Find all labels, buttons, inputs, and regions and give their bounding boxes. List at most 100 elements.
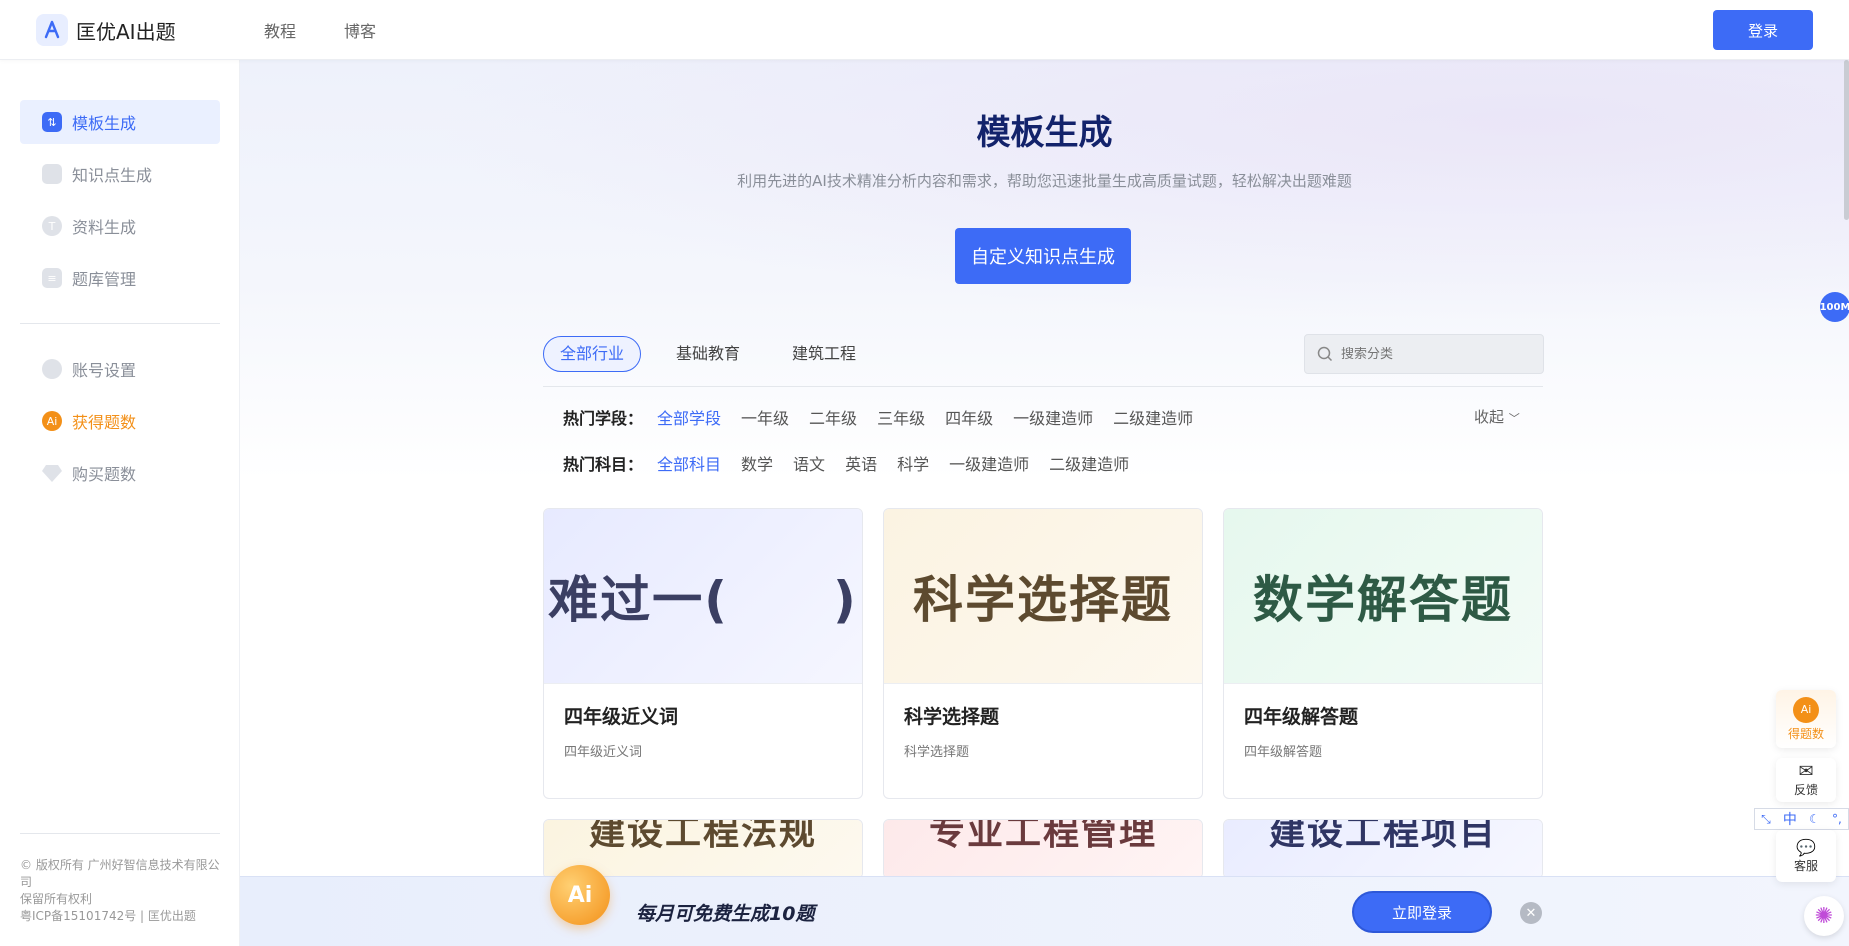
filter-divider xyxy=(543,386,1543,387)
brain-icon[interactable]: ✺ xyxy=(1804,896,1844,936)
card-body: 四年级近义词 四年级近义词 xyxy=(544,683,862,778)
sidebar-item-label: 知识点生成 xyxy=(72,166,153,185)
tab-basic-education[interactable]: 基础教育 xyxy=(659,336,757,372)
card-image-text: 数学解答题 xyxy=(1224,509,1542,683)
card-image-text: 专业工程管理 xyxy=(884,820,1202,878)
subject-option[interactable]: 二级建造师 xyxy=(1049,451,1129,475)
sidebar-item-earn-points[interactable]: Ai 获得题数 xyxy=(20,399,220,443)
stage-option[interactable]: 三年级 xyxy=(877,405,925,429)
search-box[interactable] xyxy=(1304,334,1544,374)
sidebar-item-document[interactable]: T 资料生成 xyxy=(20,204,220,248)
user-icon xyxy=(42,359,62,379)
rights-text: 保留所有权利 xyxy=(20,892,93,906)
moon-icon: ☾ xyxy=(1809,812,1820,826)
card-title: 四年级解答题 xyxy=(1244,706,1359,728)
industry-tabs: 全部行业 基础教育 建筑工程 xyxy=(543,336,873,372)
subject-option[interactable]: 科学 xyxy=(897,451,929,475)
collapse-label: 收起 xyxy=(1474,408,1505,426)
stage-option[interactable]: 一年级 xyxy=(741,405,789,429)
copyright-text: © 版权所有 广州好智信息技术有限公司 xyxy=(20,858,220,889)
stage-option[interactable]: 一级建造师 xyxy=(1013,405,1093,429)
top-header: 匡优AI出题 教程 博客 登录 xyxy=(0,0,1849,60)
diamond-icon xyxy=(42,465,62,482)
template-card[interactable]: 数学解答题 四年级解答题 四年级解答题 xyxy=(1223,508,1543,799)
subject-option[interactable]: 英语 xyxy=(845,451,877,475)
subject-option[interactable]: 一级建造师 xyxy=(949,451,1029,475)
stage-option[interactable]: 二年级 xyxy=(809,405,857,429)
scrollbar[interactable] xyxy=(1844,60,1849,220)
subject-filter-row: 热门科目： 全部科目 数学 语文 英语 科学 一级建造师 二级建造师 xyxy=(563,451,1149,475)
sidebar-item-label: 购买题数 xyxy=(72,465,137,484)
logo-icon xyxy=(36,14,68,46)
sidebar-item-account[interactable]: 账号设置 xyxy=(20,347,220,391)
sidebar-item-template[interactable]: ⇅ 模板生成 xyxy=(20,100,220,144)
sidebar-item-label: 资料生成 xyxy=(72,218,137,237)
stage-filter-label: 热门学段： xyxy=(563,409,644,428)
template-card[interactable]: 难过一( ) 四年级近义词 四年级近义词 xyxy=(543,508,863,799)
promo-text: 每月可免费生成10题 xyxy=(636,903,815,925)
tab-construction[interactable]: 建筑工程 xyxy=(775,336,873,372)
subject-filter-label: 热门科目： xyxy=(563,455,644,474)
ai-coin-icon: Ai xyxy=(1793,696,1819,723)
template-card[interactable]: 科学选择题 科学选择题 科学选择题 xyxy=(883,508,1203,799)
sidebar-item-label: 账号设置 xyxy=(72,361,137,380)
stage-option[interactable]: 二级建造师 xyxy=(1113,405,1193,429)
custom-knowledge-button[interactable]: 自定义知识点生成 xyxy=(955,228,1131,284)
card-body: 科学选择题 科学选择题 xyxy=(884,683,1202,778)
template-card[interactable]: 建设工程项目 xyxy=(1223,819,1543,879)
service-float-button[interactable]: 💬 客服 xyxy=(1776,830,1836,882)
sidebar-footer: © 版权所有 广州好智信息技术有限公司 保留所有权利 粤ICP备15101742… xyxy=(20,857,220,925)
main-content: 模板生成 利用先进的AI技术精准分析内容和需求，帮助您迅速批量生成高质量试题，轻… xyxy=(240,60,1849,946)
subject-option[interactable]: 数学 xyxy=(741,451,773,475)
promo-login-button[interactable]: 立即登录 xyxy=(1352,891,1492,933)
feedback-label: 反馈 xyxy=(1793,782,1818,797)
promo-bar: Ai 每月可免费生成10题 立即登录 ✕ xyxy=(240,865,1849,946)
sidebar-footer-divider xyxy=(20,833,220,834)
stage-option[interactable]: 全部学段 xyxy=(657,405,721,429)
sidebar-divider xyxy=(20,323,220,324)
card-title: 四年级近义词 xyxy=(564,706,679,728)
resize-icon: ⤡ xyxy=(1761,811,1771,826)
points-float-button[interactable]: Ai 得题数 xyxy=(1776,690,1836,748)
ai-coin-icon: Ai xyxy=(42,411,62,431)
collapse-toggle[interactable]: 收起 ﹀ xyxy=(1474,406,1520,427)
page-title: 模板生成 xyxy=(976,113,1113,153)
card-title: 科学选择题 xyxy=(904,706,1000,728)
nav-tutorial[interactable]: 教程 xyxy=(264,18,296,42)
tab-all-industry[interactable]: 全部行业 xyxy=(543,336,642,372)
card-image-text: 难过一( ) xyxy=(544,509,862,683)
ai-coin-icon: Ai xyxy=(550,865,610,925)
sidebar-item-knowledge[interactable]: 知识点生成 xyxy=(20,152,220,196)
icp-text[interactable]: 粤ICP备15101742号 | 匡优出题 xyxy=(20,908,220,925)
top-nav: 教程 博客 xyxy=(264,0,376,60)
database-icon: ≡ xyxy=(42,268,62,288)
nav-blog[interactable]: 博客 xyxy=(344,18,376,42)
close-icon[interactable]: ✕ xyxy=(1520,902,1542,924)
stage-option[interactable]: 四年级 xyxy=(945,405,993,429)
search-input[interactable] xyxy=(1341,346,1521,362)
sidebar-item-buy-points[interactable]: 购买题数 xyxy=(20,451,220,495)
card-desc: 四年级近义词 xyxy=(564,745,643,760)
search-icon xyxy=(1317,346,1333,362)
sidebar: ⇅ 模板生成 知识点生成 T 资料生成 ≡ 题库管理 账号设置 Ai 获得题数 … xyxy=(0,60,240,946)
feedback-float-button[interactable]: ✉ 反馈 xyxy=(1776,758,1836,802)
chat-icon: 💬 xyxy=(1796,838,1816,857)
stage-filter-row: 热门学段： 全部学段 一年级 二年级 三年级 四年级 一级建造师 二级建造师 xyxy=(563,405,1213,429)
ime-toolbar[interactable]: ⤡ 中 ☾ °, xyxy=(1754,808,1849,830)
login-button[interactable]: 登录 xyxy=(1713,10,1813,50)
template-card[interactable]: 专业工程管理 xyxy=(883,819,1203,879)
logo-text: 匡优AI出题 xyxy=(76,19,176,44)
chevron-down-icon: ﹀ xyxy=(1508,412,1520,425)
mail-icon: ✉ xyxy=(1798,760,1814,782)
knowledge-icon xyxy=(42,164,62,184)
subject-option[interactable]: 全部科目 xyxy=(657,451,721,475)
sidebar-item-database[interactable]: ≡ 题库管理 xyxy=(20,256,220,300)
points-label: 得题数 xyxy=(1787,726,1824,741)
speed-badge[interactable]: 100M xyxy=(1820,292,1849,322)
card-image-text: 建设工程项目 xyxy=(1224,820,1542,878)
sidebar-item-label: 获得题数 xyxy=(72,413,137,432)
ime-language: 中 xyxy=(1782,812,1797,828)
subject-option[interactable]: 语文 xyxy=(793,451,825,475)
card-image-text: 科学选择题 xyxy=(884,509,1202,683)
logo[interactable]: 匡优AI出题 xyxy=(36,14,176,46)
